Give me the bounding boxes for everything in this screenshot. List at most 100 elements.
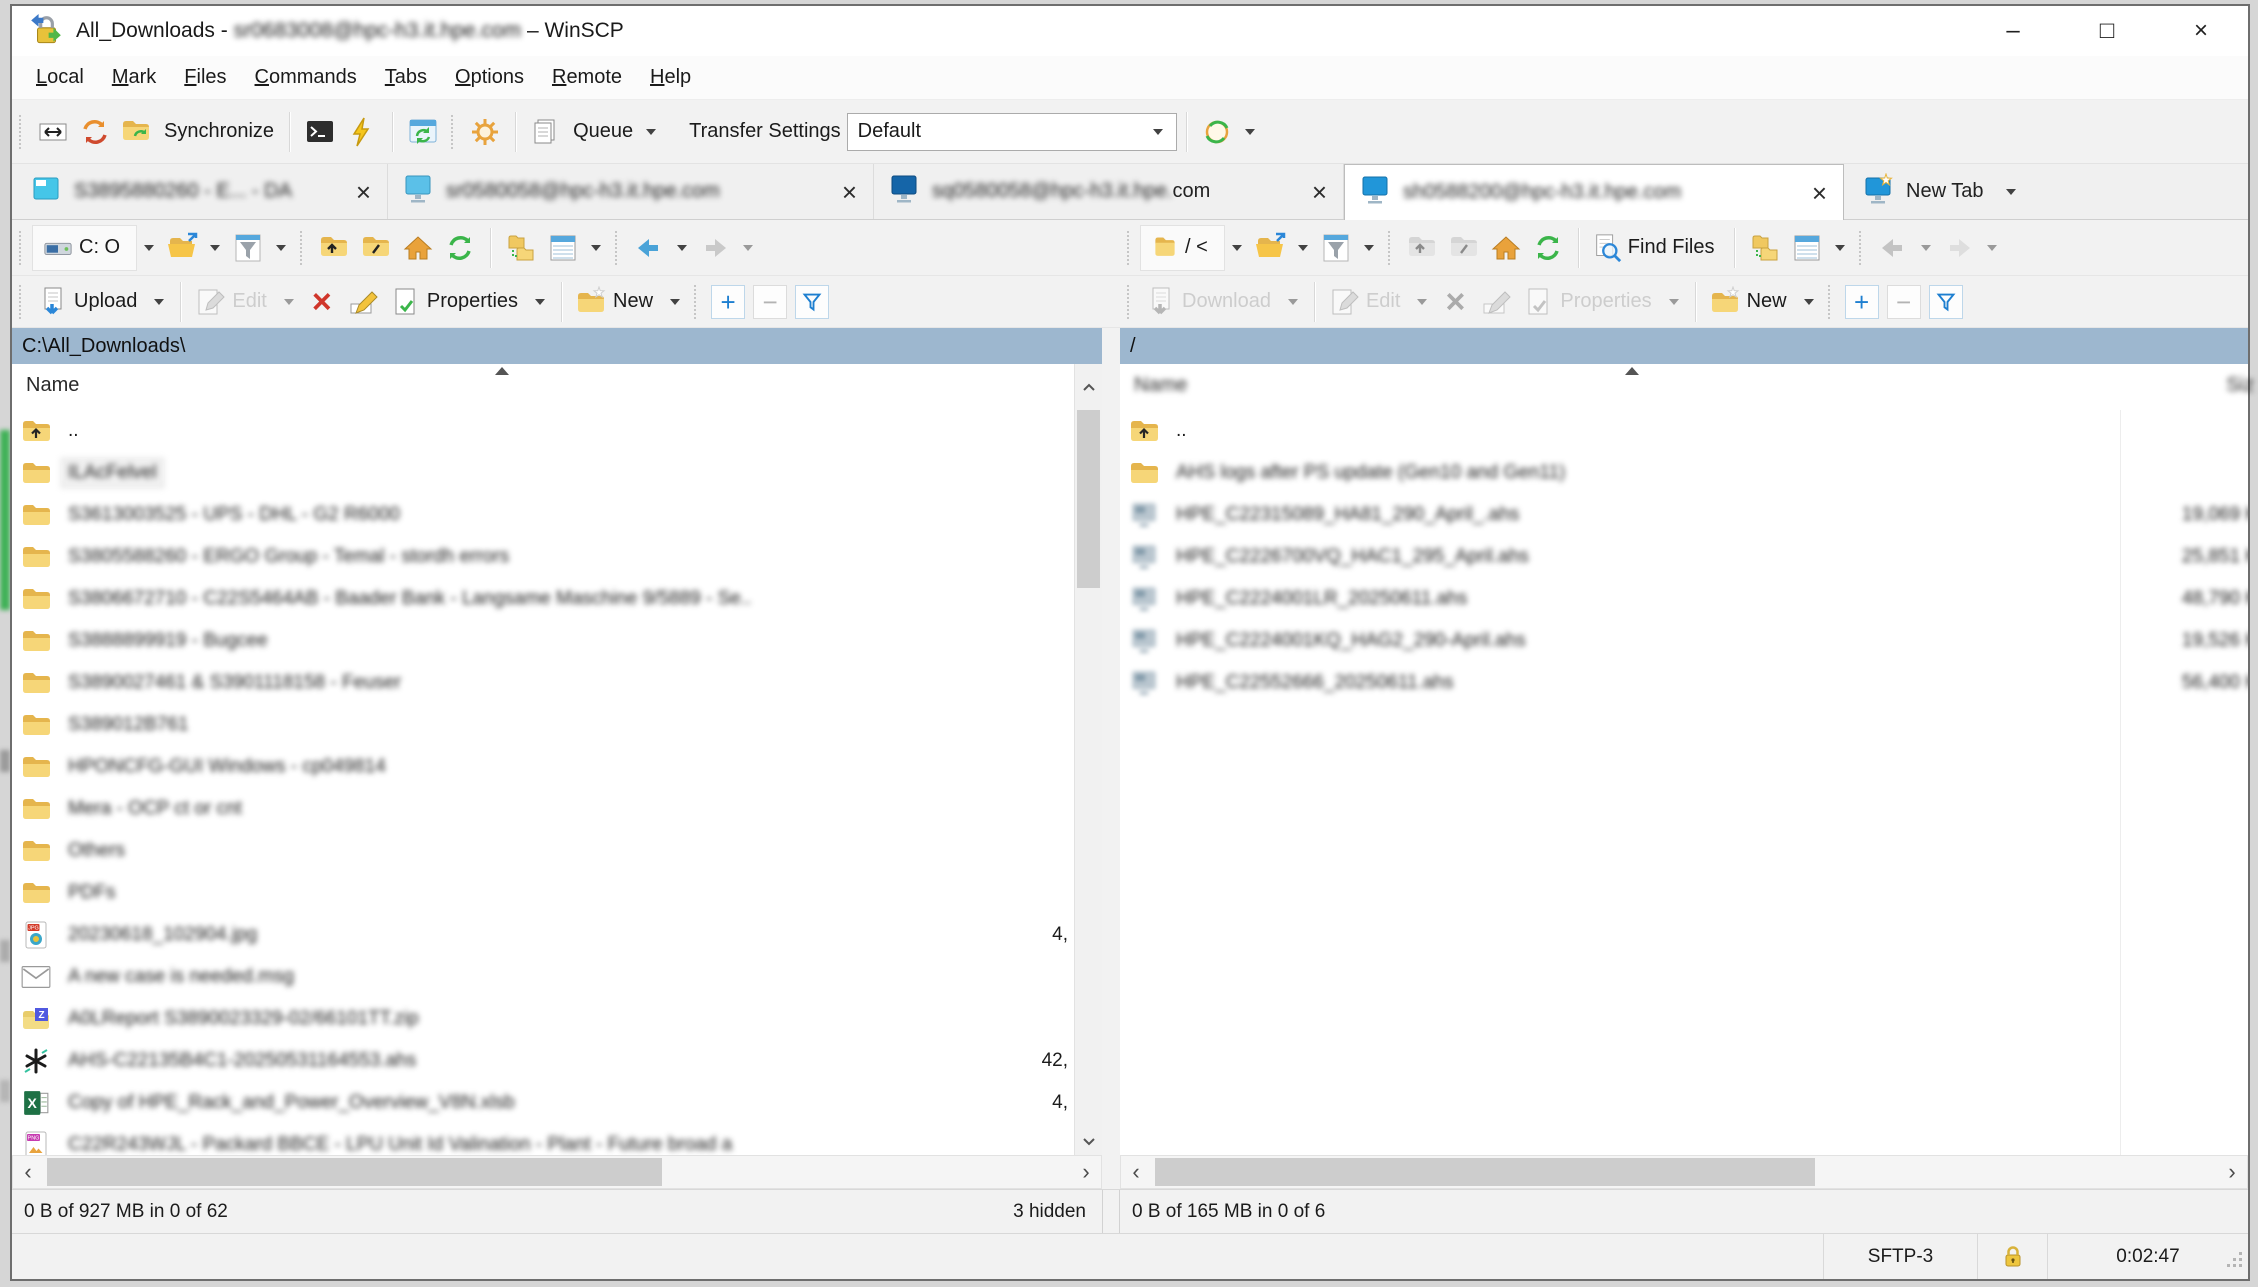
protocol-cell[interactable]: SFTP-3 <box>1823 1234 1977 1279</box>
home-directory-button[interactable] <box>1485 225 1527 271</box>
forward-history-dropdown-icon[interactable] <box>1987 245 1997 251</box>
file-row[interactable]: Others <box>12 830 1074 872</box>
toolbar-grip[interactable] <box>19 115 25 149</box>
properties-button[interactable]: Properties <box>385 279 528 325</box>
chevron-down-icon[interactable] <box>1232 245 1242 251</box>
file-row[interactable]: A new case is needed.msg <box>12 956 1074 998</box>
close-icon[interactable]: × <box>1804 180 1835 206</box>
file-row[interactable]: .. <box>12 410 1074 452</box>
forward-history-dropdown-icon[interactable] <box>743 245 753 251</box>
transfer-options-globe-icon[interactable] <box>1196 109 1238 155</box>
file-row[interactable]: Mera - OCP ct or cnt <box>12 788 1074 830</box>
menu-files[interactable]: Files <box>184 66 226 89</box>
select-files-button[interactable]: + <box>1845 285 1879 319</box>
file-row[interactable]: S389012B761 <box>12 704 1074 746</box>
upload-dropdown-icon[interactable] <box>154 299 164 305</box>
unselect-files-button[interactable]: − <box>753 285 787 319</box>
file-row[interactable]: HPONCFG-GUI Windows - cp049814 <box>12 746 1074 788</box>
scrollbar-thumb[interactable] <box>1077 410 1100 588</box>
toolbar-grip[interactable] <box>19 231 25 265</box>
open-directory-button[interactable] <box>1249 225 1291 271</box>
toolbar-grip[interactable] <box>1127 231 1133 265</box>
forward-button-disabled[interactable] <box>1938 225 1980 271</box>
file-row[interactable]: PDFs <box>12 872 1074 914</box>
chevron-down-icon[interactable] <box>210 245 220 251</box>
close-icon[interactable]: × <box>348 179 379 205</box>
root-directory-button[interactable] <box>355 225 397 271</box>
toolbar-grip[interactable] <box>300 231 306 265</box>
file-row[interactable]: XCopy of HPE_Rack_and_Power_Overview_V8N… <box>12 1082 1074 1124</box>
parent-directory-button-disabled[interactable] <box>1401 225 1443 271</box>
close-button[interactable]: × <box>2154 6 2248 56</box>
scrollbar-thumb[interactable] <box>1155 1158 1815 1186</box>
toolbar-grip[interactable] <box>694 285 700 319</box>
edit-dropdown-icon[interactable] <box>1417 299 1427 305</box>
menu-local[interactable]: Local <box>36 66 84 89</box>
download-button-disabled[interactable]: Download <box>1140 279 1281 325</box>
toolbar-grip[interactable] <box>19 285 25 319</box>
maximize-button[interactable]: □ <box>2060 6 2154 56</box>
parent-directory-button[interactable] <box>313 225 355 271</box>
transfer-settings-select[interactable]: Default <box>847 113 1177 151</box>
menu-help[interactable]: Help <box>650 66 691 89</box>
select-files-button[interactable]: + <box>711 285 745 319</box>
drive-dropdown-icon[interactable] <box>144 245 154 251</box>
local-path-bar[interactable]: C:\All_Downloads\ <box>12 328 1102 364</box>
copy-panels-icon[interactable] <box>1744 225 1786 271</box>
name-column-header[interactable]: Name <box>26 374 79 397</box>
file-row[interactable]: AHS logs after PS update (Gen10 and Gen1… <box>1120 452 2248 494</box>
file-row[interactable]: AHS-C22135B4C1-20250531164553.ahs42, <box>12 1040 1074 1082</box>
menu-remote[interactable]: Remote <box>552 66 622 89</box>
find-files-button[interactable]: Find Files <box>1588 225 1725 271</box>
upload-button[interactable]: Upload <box>32 279 147 325</box>
chevron-down-icon[interactable] <box>591 245 601 251</box>
vertical-scrollbar[interactable] <box>1074 410 1102 1155</box>
file-row[interactable]: S3613003525 - UPS - DHL - G2 R6000 <box>12 494 1074 536</box>
rename-icon-disabled[interactable] <box>1476 279 1518 325</box>
close-icon[interactable]: × <box>1304 179 1335 205</box>
edit-button-disabled[interactable]: Edit <box>190 279 276 325</box>
file-row[interactable]: JPG20230618_102904.jpg4, <box>12 914 1074 956</box>
chevron-down-icon[interactable] <box>1153 129 1163 135</box>
file-row[interactable]: HPE_C2224001LR_20250611.ahs48,790 K <box>1120 578 2248 620</box>
console-commands-button[interactable] <box>341 109 383 155</box>
hidden-files-count[interactable]: 3 hidden <box>1013 1201 1102 1223</box>
local-drive-selector[interactable]: C: O <box>32 225 137 271</box>
forward-button[interactable] <box>694 225 736 271</box>
tab-session-4-active[interactable]: sh0588200@hpc-h3.it.hpe.com × <box>1344 164 1844 220</box>
tab-session-1[interactable]: S3895880260 - E... - DA × <box>16 164 388 219</box>
file-row[interactable]: S3888899919 - Bugcee <box>12 620 1074 662</box>
resize-grip[interactable] <box>2226 1251 2244 1275</box>
back-history-dropdown-icon[interactable] <box>1921 245 1931 251</box>
copy-panels-icon[interactable] <box>500 225 542 271</box>
file-row[interactable]: HPE_C22315089_HA81_290_April_.ahs19,069 … <box>1120 494 2248 536</box>
scrollbar-up-arrow[interactable] <box>1074 364 1102 410</box>
file-row[interactable]: PNGC22R243WJL - Packard BBCE - LPU Unit … <box>12 1124 1074 1155</box>
edit-dropdown-icon[interactable] <box>284 299 294 305</box>
file-row[interactable]: HPE_C2226700VQ_HAC1_295_April.ahs25,851 … <box>1120 536 2248 578</box>
scrollbar-left-arrow[interactable]: ‹ <box>1121 1156 1151 1188</box>
preferences-panels-button[interactable] <box>32 109 74 155</box>
menu-mark[interactable]: Mark <box>112 66 156 89</box>
size-column-header[interactable]: Siz <box>2226 374 2254 397</box>
menu-options[interactable]: Options <box>455 66 524 89</box>
chevron-down-icon[interactable] <box>1298 245 1308 251</box>
delete-icon-disabled[interactable]: × <box>1434 279 1476 325</box>
synchronize-browsing-icon[interactable] <box>116 109 158 155</box>
download-dropdown-icon[interactable] <box>1288 299 1298 305</box>
synchronize-icon[interactable] <box>74 109 116 155</box>
unselect-files-button[interactable]: − <box>1887 285 1921 319</box>
new-button[interactable]: New <box>571 279 663 325</box>
toolbar-grip[interactable] <box>615 231 621 265</box>
toolbar-grip[interactable] <box>451 115 457 149</box>
file-row[interactable]: ILAcFelvel <box>12 452 1074 494</box>
scrollbar-right-arrow[interactable]: › <box>1071 1156 1101 1188</box>
chevron-down-icon[interactable] <box>1364 245 1374 251</box>
filter-icon[interactable] <box>1315 225 1357 271</box>
remote-directory-selector[interactable]: / < <box>1140 225 1225 271</box>
toolbar-grip[interactable] <box>1388 231 1394 265</box>
toolbar-grip[interactable] <box>1859 231 1865 265</box>
name-column-header[interactable]: Name <box>1134 374 1187 397</box>
session-duration-cell[interactable]: 0:02:47 <box>2047 1234 2248 1279</box>
root-directory-button-disabled[interactable] <box>1443 225 1485 271</box>
